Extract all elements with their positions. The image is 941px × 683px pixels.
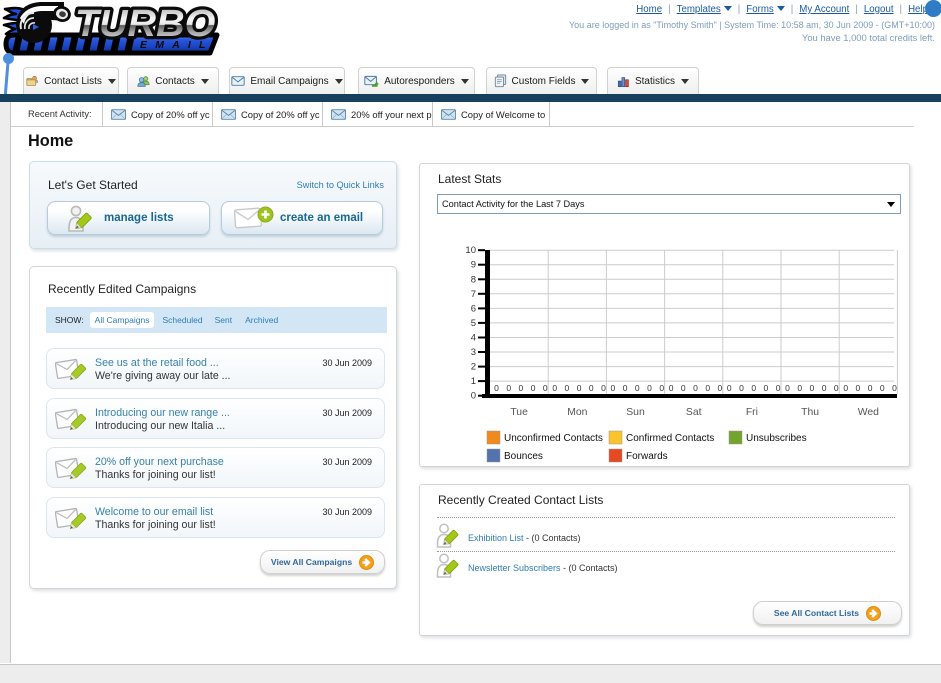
svg-text:0: 0 [519,383,524,393]
svg-text:2: 2 [471,362,476,373]
svg-text:0: 0 [764,383,769,393]
svg-text:0: 0 [543,383,548,393]
svg-text:0: 0 [681,383,686,393]
svg-text:0: 0 [531,383,536,393]
svg-text:0: 0 [727,383,732,393]
svg-text:0: 0 [856,383,861,393]
svg-text:Tue: Tue [510,407,528,418]
svg-text:TURBO: TURBO [75,3,215,45]
svg-text:0: 0 [810,383,815,393]
svg-text:0: 0 [659,383,664,393]
svg-text:7: 7 [471,289,476,300]
svg-text:9: 9 [471,260,476,271]
svg-text:0: 0 [635,383,640,393]
svg-text:0: 0 [751,383,756,393]
svg-text:0: 0 [880,383,885,393]
svg-text:0: 0 [705,383,710,393]
svg-text:0: 0 [868,383,873,393]
svg-text:Thu: Thu [801,407,819,418]
svg-text:0: 0 [611,383,616,393]
svg-text:Wed: Wed [858,407,879,418]
svg-text:8: 8 [471,274,476,285]
svg-text:0: 0 [552,383,557,393]
svg-text:0: 0 [623,383,628,393]
svg-text:0: 0 [834,383,839,393]
svg-text:0: 0 [693,383,698,393]
svg-text:0: 0 [843,383,848,393]
svg-text:0: 0 [785,383,790,393]
svg-text:0: 0 [892,383,897,393]
svg-text:10: 10 [465,245,476,256]
svg-text:1: 1 [471,376,476,387]
svg-text:Fri: Fri [746,407,758,418]
svg-text:0: 0 [822,383,827,393]
svg-text:0: 0 [577,383,582,393]
svg-text:0: 0 [647,383,652,393]
svg-text:Forwards: Forwards [626,451,668,462]
svg-text:Unconfirmed Contacts: Unconfirmed Contacts [504,433,603,444]
svg-text:6: 6 [471,303,476,314]
svg-text:Sat: Sat [686,407,702,418]
svg-text:4: 4 [471,333,476,344]
svg-text:0: 0 [739,383,744,393]
svg-text:0: 0 [718,383,723,393]
svg-text:0: 0 [565,383,570,393]
svg-text:3: 3 [471,347,476,358]
svg-text:0: 0 [797,383,802,393]
svg-text:0: 0 [669,383,674,393]
svg-text:5: 5 [471,318,476,329]
svg-text:Bounces: Bounces [504,451,543,462]
svg-text:Sun: Sun [626,407,645,418]
svg-text:0: 0 [601,383,606,393]
svg-text:Unsubscribes: Unsubscribes [746,433,807,444]
svg-text:0: 0 [506,383,511,393]
svg-text:0: 0 [471,391,476,402]
svg-text:0: 0 [589,383,594,393]
svg-text:0: 0 [776,383,781,393]
svg-text:Confirmed Contacts: Confirmed Contacts [626,433,714,444]
svg-text:0: 0 [494,383,499,393]
svg-text:Mon: Mon [567,407,587,418]
